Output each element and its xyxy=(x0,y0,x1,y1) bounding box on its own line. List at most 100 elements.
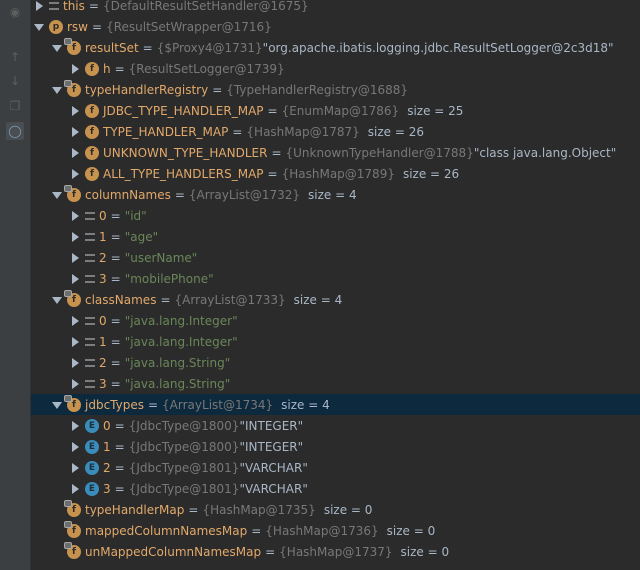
tree-row[interactable]: E 1 = {JdbcType@1800} "INTEGER" xyxy=(31,436,640,457)
tree-row[interactable]: f ALL_TYPE_HANDLERS_MAP = {HashMap@1789} siz… xyxy=(31,163,640,184)
collapsed-arrow-icon[interactable] xyxy=(70,483,80,494)
collapsed-arrow-icon[interactable] xyxy=(70,126,80,137)
element-index: 0 xyxy=(99,208,107,223)
tree-row[interactable]: f columnNames = {ArrayList@1732} size = 4 xyxy=(31,184,640,205)
equals-sign: = xyxy=(110,334,121,349)
variable-value: "VARCHAR" xyxy=(239,460,308,475)
object-reference: {JdbcType@1800} xyxy=(128,418,240,433)
equals-sign: = xyxy=(160,292,171,307)
tree-row[interactable]: f UNKNOWN_TYPE_HANDLER = {UnknownTypeHandle… xyxy=(31,142,640,163)
expanded-arrow-icon[interactable] xyxy=(52,190,62,200)
collapsed-arrow-icon[interactable] xyxy=(70,252,80,263)
object-reference: {HashMap@1789} xyxy=(281,166,395,181)
collapsed-arrow-icon[interactable] xyxy=(70,105,80,116)
collapsed-arrow-icon[interactable] xyxy=(70,315,80,326)
collapsed-arrow-icon[interactable] xyxy=(34,0,44,11)
parameter-icon: p xyxy=(49,19,63,34)
tree-row[interactable]: 3 = "mobilePhone" xyxy=(31,268,640,289)
expanded-arrow-icon[interactable] xyxy=(52,43,62,53)
enum-icon: E xyxy=(85,418,99,433)
expanded-arrow-icon[interactable] xyxy=(34,22,44,32)
collapsed-arrow-icon[interactable] xyxy=(70,462,80,473)
collapsed-arrow-icon[interactable] xyxy=(70,336,80,347)
tree-row[interactable]: f unMappedColumnNamesMap = {HashMap@1737} si… xyxy=(31,541,640,562)
tree-row[interactable]: 0 = "java.lang.Integer" xyxy=(31,310,640,331)
tree-row[interactable]: 1 = "age" xyxy=(31,226,640,247)
tree-row[interactable]: E 0 = {JdbcType@1800} "INTEGER" xyxy=(31,415,640,436)
variable-value: "INTEGER" xyxy=(239,439,304,454)
tree-row[interactable]: f typeHandlerMap = {HashMap@1735} size = 0 xyxy=(31,499,640,520)
variables-tree: this = {DefaultResultSetHandler@1675} p rsw =… xyxy=(31,0,640,570)
variable-name: classNames xyxy=(85,292,157,307)
expanded-arrow-icon[interactable] xyxy=(52,85,62,95)
arrow-up-icon[interactable]: ↑ xyxy=(6,48,24,66)
tree-row[interactable]: f JDBC_TYPE_HANDLER_MAP = {EnumMap@1786} siz… xyxy=(31,100,640,121)
collection-size: size = 0 xyxy=(323,502,373,517)
variable-value: "java.lang.Integer" xyxy=(124,313,238,328)
collapsed-arrow-icon[interactable] xyxy=(70,147,80,158)
debug-bug-icon[interactable]: ◉ xyxy=(6,3,24,21)
tree-row[interactable]: 3 = "java.lang.String" xyxy=(31,373,640,394)
collapsed-arrow-icon[interactable] xyxy=(70,63,80,74)
tree-row[interactable]: f jdbcTypes = {ArrayList@1734} size = 4 xyxy=(31,394,640,415)
equals-sign: = xyxy=(147,397,159,412)
tree-row[interactable]: p rsw = {ResultSetWrapper@1716} xyxy=(31,16,640,37)
equals-sign: = xyxy=(110,229,121,244)
tree-row[interactable]: f classNames = {ArrayList@1733} size = 4 xyxy=(31,289,640,310)
collapsed-arrow-icon[interactable] xyxy=(70,420,80,431)
debugger-toolbar: ◉ ↑ ↓ ❐ ◯ xyxy=(0,0,31,570)
field-icon: f xyxy=(64,37,81,55)
collapsed-arrow-icon[interactable] xyxy=(70,168,80,179)
tree-row[interactable]: f mappedColumnNamesMap = {HashMap@1736} size… xyxy=(31,520,640,541)
object-reference: {JdbcType@1801} xyxy=(128,481,240,496)
tree-row[interactable]: f typeHandlerRegistry = {TypeHandlerRegistr… xyxy=(31,79,640,100)
equals-sign: = xyxy=(114,418,125,433)
variable-value: "java.lang.Integer" xyxy=(124,334,238,349)
variable-name: typeHandlerRegistry xyxy=(85,82,209,97)
tree-row[interactable]: 0 = "id" xyxy=(31,205,640,226)
collapsed-arrow-icon[interactable] xyxy=(70,441,80,452)
collapsed-arrow-icon[interactable] xyxy=(70,378,80,389)
collapsed-arrow-icon[interactable] xyxy=(70,357,80,368)
collapsed-arrow-icon[interactable] xyxy=(70,273,80,284)
copy-icon[interactable]: ❐ xyxy=(6,97,24,115)
field-icon: f xyxy=(64,79,81,97)
variable-name: mappedColumnNamesMap xyxy=(85,523,248,538)
value-icon xyxy=(85,274,95,283)
arrow-down-icon[interactable]: ↓ xyxy=(6,72,24,90)
collection-size: size = 26 xyxy=(367,124,425,139)
tree-row[interactable]: f h = {ResultSetLogger@1739} xyxy=(31,58,640,79)
glasses-icon[interactable]: ◯ xyxy=(6,122,24,140)
variable-name: ALL_TYPE_HANDLERS_MAP xyxy=(103,166,264,181)
variable-name: rsw xyxy=(67,19,88,34)
tree-row[interactable]: E 2 = {JdbcType@1801} "VARCHAR" xyxy=(31,457,640,478)
expanded-arrow-icon[interactable] xyxy=(52,295,62,305)
equals-sign: = xyxy=(110,313,121,328)
tree-row[interactable]: 1 = "java.lang.Integer" xyxy=(31,331,640,352)
variable-name: jdbcTypes xyxy=(85,397,144,412)
collapsed-arrow-icon[interactable] xyxy=(70,210,80,221)
equals-sign: = xyxy=(267,166,278,181)
equals-sign: = xyxy=(267,103,278,118)
expanded-arrow-icon[interactable] xyxy=(52,400,62,410)
value-icon xyxy=(49,1,59,10)
tree-row[interactable]: E 3 = {JdbcType@1801} "VARCHAR" xyxy=(31,478,640,499)
object-reference: {HashMap@1736} xyxy=(265,523,379,538)
equals-sign: = xyxy=(110,355,121,370)
tree-row[interactable]: f TYPE_HANDLER_MAP = {HashMap@1787} size = 2… xyxy=(31,121,640,142)
value-icon xyxy=(85,253,95,262)
tree-row[interactable]: this = {DefaultResultSetHandler@1675} xyxy=(31,0,640,16)
tree-row[interactable]: 2 = "java.lang.String" xyxy=(31,352,640,373)
equals-sign: = xyxy=(114,61,125,76)
collapsed-arrow-icon[interactable] xyxy=(70,231,80,242)
equals-sign: = xyxy=(265,544,276,559)
variable-name: this xyxy=(63,0,85,13)
element-index: 3 xyxy=(99,271,107,286)
field-icon: f xyxy=(85,124,99,139)
tree-row[interactable]: 2 = "userName" xyxy=(31,247,640,268)
element-index: 1 xyxy=(103,439,111,454)
equals-sign: = xyxy=(142,40,153,55)
collection-size: size = 4 xyxy=(308,187,357,202)
tree-row[interactable]: f resultSet = {$Proxy4@1731} "org.apache.ib… xyxy=(31,37,640,58)
